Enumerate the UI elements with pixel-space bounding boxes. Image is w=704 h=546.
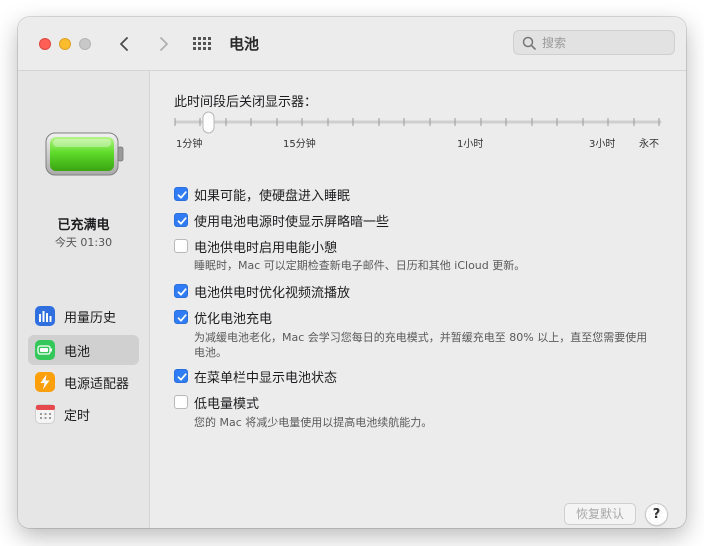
- checkbox[interactable]: [174, 310, 188, 324]
- sidebar-item-battery[interactable]: 电池: [28, 335, 139, 365]
- sidebar-item-usage-history[interactable]: 用量历史: [28, 301, 139, 331]
- sidebar-item-label: 电池: [64, 345, 91, 360]
- checkmark-icon: [177, 191, 187, 199]
- chevron-left-icon: [120, 37, 128, 51]
- sidebar-item-power-adapter[interactable]: 电源适配器: [28, 367, 139, 397]
- slider-tick-label: 1小时: [457, 139, 484, 150]
- option-label: 电池供电时启用电能小憩: [194, 241, 338, 256]
- back-button[interactable]: [114, 33, 136, 55]
- option-label: 电池供电时优化视频流播放: [194, 286, 351, 301]
- checkbox[interactable]: [174, 187, 188, 201]
- display-sleep-label: 此时间段后关闭显示器：: [174, 95, 318, 110]
- battery-full-icon: [45, 132, 124, 176]
- system-preferences-window: 电池 已充满电 今天 01:30: [18, 17, 686, 528]
- option-label: 使用电池电源时使显示屏略暗一些: [194, 215, 390, 230]
- window-title: 电池: [229, 35, 260, 53]
- option-label: 优化电池充电: [194, 312, 273, 327]
- checkbox[interactable]: [174, 369, 188, 383]
- minimize-window-button[interactable]: [59, 38, 71, 50]
- sidebar-item-label: 定时: [64, 409, 91, 424]
- checkmark-icon: [177, 217, 187, 225]
- option-description: 为减缓电池老化，Mac 会学习您每日的充电模式，并暂缓充电至 80% 以上，直至…: [194, 331, 648, 344]
- slider-tick-label: 永不: [639, 139, 659, 150]
- option-description: 电池。: [194, 346, 227, 359]
- sidebar: 已充满电 今天 01:30 用量历史 电池 电源适配器 定时: [18, 71, 150, 528]
- checkbox[interactable]: [174, 395, 188, 409]
- toolbar: 电池: [18, 17, 686, 71]
- option-label: 低电量模式: [194, 397, 260, 412]
- option-label: 在菜单栏中显示电池状态: [194, 371, 338, 386]
- sidebar-item-label: 电源适配器: [64, 377, 130, 392]
- option-label: 如果可能，使硬盘进入睡眠: [194, 189, 351, 204]
- slider-tick-label: 1分钟: [176, 139, 203, 150]
- search-field[interactable]: [513, 30, 675, 55]
- battery-icon: [35, 340, 55, 360]
- calendar-icon: [35, 404, 55, 424]
- battery-settings-pane: 此时间段后关闭显示器： 1分钟 15分钟 1小时 3小时 永不 如果可能，使硬盘…: [150, 71, 686, 528]
- checkmark-icon: [177, 288, 187, 296]
- help-button[interactable]: ?: [645, 503, 668, 526]
- show-all-button[interactable]: [192, 35, 214, 53]
- checkmark-icon: [177, 373, 187, 381]
- sidebar-item-label: 用量历史: [64, 311, 117, 326]
- slider-tick-label: 3小时: [589, 139, 616, 150]
- restore-defaults-button[interactable]: 恢复默认: [564, 503, 636, 525]
- checkbox[interactable]: [174, 239, 188, 253]
- slider-tick-label: 15分钟: [283, 139, 316, 150]
- slider-thumb: [202, 111, 215, 134]
- option-description: 睡眠时，Mac 可以定期检查新电子邮件、日历和其他 iCloud 更新。: [194, 259, 526, 272]
- close-window-button[interactable]: [39, 38, 51, 50]
- grid-icon: [193, 37, 211, 50]
- search-input[interactable]: [542, 34, 667, 51]
- zoom-window-button[interactable]: [79, 38, 91, 50]
- display-sleep-slider[interactable]: [170, 109, 670, 135]
- battery-status: 已充满电: [57, 218, 110, 233]
- lightning-icon: [35, 372, 55, 392]
- bar-chart-icon: [35, 306, 55, 326]
- checkbox[interactable]: [174, 213, 188, 227]
- sidebar-item-schedule[interactable]: 定时: [28, 399, 139, 429]
- search-icon: [522, 36, 536, 50]
- chevron-right-icon: [160, 37, 168, 51]
- option-description: 您的 Mac 将减少电量使用以提高电池续航能力。: [194, 416, 433, 429]
- forward-button[interactable]: [152, 33, 174, 55]
- checkmark-icon: [177, 314, 187, 322]
- battery-status-time: 今天 01:30: [54, 236, 113, 249]
- checkbox[interactable]: [174, 284, 188, 298]
